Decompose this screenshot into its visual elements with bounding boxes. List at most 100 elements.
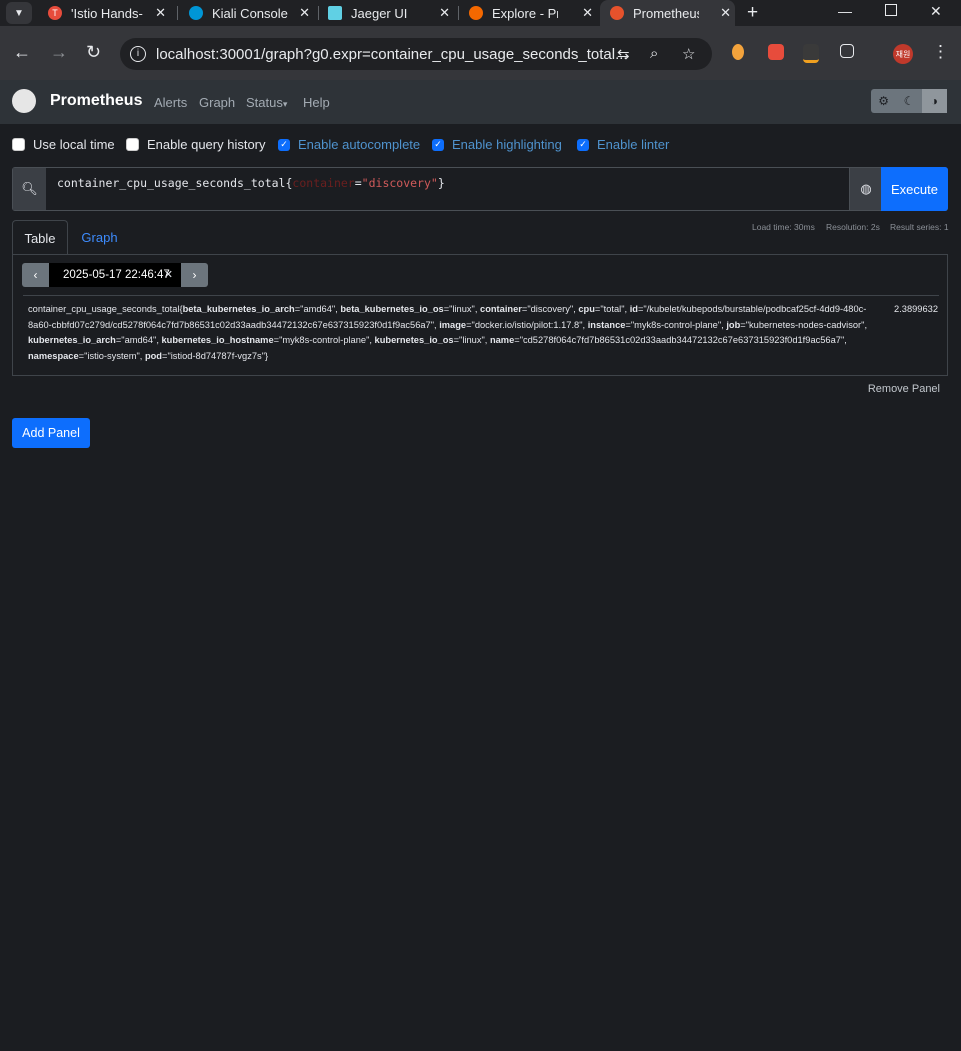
label-value: "myk8s-control-plane" [630,319,722,330]
checkmark-icon[interactable]: ✓ [432,138,444,151]
option-autocomplete[interactable]: ✓ Enable autocomplete [278,137,420,152]
istio-hands-icon: T [48,6,62,20]
forward-arrow-icon[interactable]: → [50,42,68,62]
query-input[interactable]: container_cpu_usage_seconds_total{contai… [57,176,445,190]
tab-graph[interactable]: Graph [72,220,127,255]
label-value: "istio-system" [84,351,140,362]
label-value: "linux" [449,304,475,314]
clear-time-icon[interactable]: ✕ [164,268,173,281]
checkbox-unchecked[interactable] [12,138,25,151]
nav-graph[interactable]: Graph [199,95,235,110]
search-icon: 🔍︎ [13,168,46,210]
prometheus-navbar: Prometheus Alerts Graph Status▾ Help ⚙ ☾… [0,80,961,124]
jaeger-icon [328,6,342,20]
label-key: id [629,304,638,314]
reload-icon[interactable]: ↻ [86,42,101,62]
label-value: "discovery" [527,304,574,314]
browser-tab-jaeger[interactable]: Jaeger UI ✕ [320,0,454,26]
grafana-icon [469,6,483,20]
label-key: kubernetes_io_arch [28,335,116,346]
label-value: "myk8s-control-plane" [279,335,370,346]
maximize-icon[interactable] [885,4,897,16]
close-icon[interactable]: ✕ [439,5,450,21]
bookmark-star-icon[interactable]: ☆ [682,45,695,63]
label-key: pod [144,351,162,362]
brand-title[interactable]: Prometheus [50,92,142,110]
label-key: namespace [28,351,79,362]
tab-divider [458,6,459,20]
label-key: image [439,319,467,330]
back-arrow-icon[interactable]: ← [13,42,31,62]
panel-tabs: Table Graph [12,220,948,255]
close-icon[interactable]: ✕ [720,5,731,21]
checkbox-unchecked[interactable] [126,138,139,151]
label-key: kubernetes_io_hostname [161,335,274,346]
browser-tab-istio-hands[interactable]: T 'Istio Hands- ✕ [40,0,170,26]
extensions-puzzle-icon[interactable] [840,44,854,58]
chevron-down-icon: ▼ [14,7,24,19]
label-key: cpu [578,304,595,314]
chevron-right-icon[interactable]: › [181,263,208,287]
label-value: "kubernetes-nodes-cadvisor" [745,319,865,330]
label-value: "linux" [459,335,485,346]
label-value: "istiod-8d74787f-vgz7s" [167,351,265,362]
nav-help[interactable]: Help [303,95,330,110]
kiali-icon [189,6,203,20]
row-divider [23,295,939,296]
remove-panel-link[interactable]: Remove Panel [868,383,940,395]
extension-icon-1[interactable] [732,44,744,60]
label-key: beta_kubernetes_io_arch [182,304,295,314]
option-use-local-time[interactable]: Use local time [12,137,115,152]
browser-tab-explore[interactable]: Explore - Pro ✕ [461,0,597,26]
evaluation-time-input[interactable]: 2025-05-17 22:46:47 ✕ [49,263,181,287]
site-info-icon[interactable]: i [130,46,146,62]
minimize-icon[interactable]: — [838,3,852,19]
option-highlighting[interactable]: ✓ Enable highlighting [432,137,562,152]
table-panel: ‹ 2025-05-17 22:46:47 ✕ › container_cpu_… [12,254,948,376]
close-icon[interactable]: ✕ [299,5,310,21]
prometheus-icon [610,6,624,20]
address-bar[interactable]: i localhost:30001/graph?g0.expr=containe… [120,38,712,70]
translate-icon[interactable]: ⇆ [617,45,630,63]
caret-down-icon: ▾ [282,99,288,109]
nav-status[interactable]: Status▾ [246,95,287,110]
gear-icon[interactable]: ⚙ [871,89,896,113]
option-linter[interactable]: ✓ Enable linter [577,137,669,152]
extension-icon-2[interactable] [768,44,784,60]
label-value: "amd64" [121,335,157,346]
execute-button[interactable]: Execute [881,167,948,211]
url-text[interactable]: localhost:30001/graph?g0.expr=container_… [156,46,628,63]
profile-avatar[interactable]: 재원 [893,44,913,64]
zoom-icon[interactable]: ⌕ [650,45,658,62]
tab-table[interactable]: Table [12,220,68,255]
nav-alerts[interactable]: Alerts [154,95,187,110]
browser-tab-bar: ▼ T 'Istio Hands- ✕ Kiali Console ✕ Jaeg… [0,0,961,26]
close-icon[interactable]: ✕ [582,5,593,21]
time-navigator: ‹ 2025-05-17 22:46:47 ✕ › [22,263,208,287]
browser-menu-icon[interactable]: ⋮ [932,42,949,62]
checkmark-icon[interactable]: ✓ [577,138,589,151]
contrast-icon[interactable]: ◑ [921,89,947,113]
label-value: "amd64" [300,304,336,314]
option-query-history[interactable]: Enable query history [126,137,266,152]
series-value: 2.3899632 [894,304,938,314]
add-panel-button[interactable]: Add Panel [12,418,90,448]
window-close-icon[interactable]: ✕ [930,3,942,20]
query-bar: 🔍︎ container_cpu_usage_seconds_total{con… [12,167,948,211]
tab-search-button[interactable]: ▼ [6,2,32,24]
label-key: name [489,335,515,346]
close-icon[interactable]: ✕ [155,5,166,21]
chevron-left-icon[interactable]: ‹ [22,263,49,287]
browser-tab-kiali[interactable]: Kiali Console ✕ [180,0,314,26]
browser-tab-prometheus[interactable]: Prometheus ✕ [600,0,735,26]
theme-switcher: ⚙ ☾ ◑ [871,89,947,113]
extension-icon-3[interactable] [803,44,819,63]
metrics-explorer-globe-icon[interactable]: ◍ [849,168,882,210]
series-label-set: container_cpu_usage_seconds_total{beta_k… [28,304,868,362]
prometheus-logo-icon[interactable] [12,89,36,113]
browser-toolbar: ← → ↻ i localhost:30001/graph?g0.expr=co… [0,26,961,80]
moon-icon[interactable]: ☾ [896,89,921,113]
checkmark-icon[interactable]: ✓ [278,138,290,151]
new-tab-button[interactable]: + [747,2,758,24]
label-key: instance [587,319,626,330]
